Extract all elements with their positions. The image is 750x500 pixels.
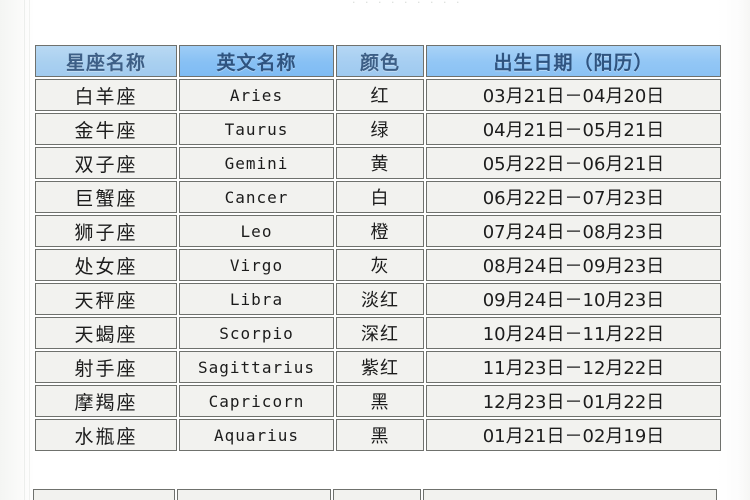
cell-color: 红 bbox=[336, 79, 424, 111]
column-header-birthdate: 出生日期（阳历） bbox=[426, 45, 721, 77]
cell-en: Virgo bbox=[179, 249, 334, 281]
cell-en: Sagittarius bbox=[179, 351, 334, 383]
cell-color: 黑 bbox=[336, 419, 424, 451]
cell-date: 12月23日－01月22日 bbox=[426, 385, 721, 417]
cell-en: Gemini bbox=[179, 147, 334, 179]
cropped-cell-color bbox=[333, 489, 421, 500]
cell-name: 水瓶座 bbox=[35, 419, 177, 451]
cell-name: 射手座 bbox=[35, 351, 177, 383]
cell-name: 摩羯座 bbox=[35, 385, 177, 417]
table-row: 天秤座 Libra 淡红 09月24日－10月23日 bbox=[35, 283, 721, 315]
table-row: 狮子座 Leo 橙 07月24日－08月23日 bbox=[35, 215, 721, 247]
cell-name: 金牛座 bbox=[35, 113, 177, 145]
cell-en: Scorpio bbox=[179, 317, 334, 349]
cell-name: 巨蟹座 bbox=[35, 181, 177, 213]
cell-name: 处女座 bbox=[35, 249, 177, 281]
cropped-cell-date bbox=[422, 489, 717, 500]
cell-color: 橙 bbox=[336, 215, 424, 247]
cell-color: 灰 bbox=[336, 249, 424, 281]
cell-date: 11月23日－12月22日 bbox=[426, 351, 721, 383]
table-body: 白羊座 Aries 红 03月21日－04月20日 金牛座 Taurus 绿 04月21日－0… bbox=[35, 79, 721, 451]
cell-en: Taurus bbox=[179, 113, 334, 145]
table-row: 摩羯座 Capricorn 黑 12月23日－01月22日 bbox=[35, 385, 721, 417]
cell-date: 01月21日－02月19日 bbox=[426, 419, 721, 451]
page-canvas: · · · · · · · · · 星座名称 英文名称 颜色 出生日期（阳历） … bbox=[0, 0, 750, 500]
cell-en: Cancer bbox=[179, 181, 334, 213]
table-row: 水瓶座 Aquarius 黑 01月21日－02月19日 bbox=[35, 419, 721, 451]
column-header-name: 星座名称 bbox=[35, 45, 177, 77]
cell-color: 深红 bbox=[336, 317, 424, 349]
cell-date: 09月24日－10月23日 bbox=[426, 283, 721, 315]
cell-en: Libra bbox=[179, 283, 334, 315]
cell-name: 白羊座 bbox=[35, 79, 177, 111]
column-header-english: 英文名称 bbox=[179, 45, 334, 77]
top-faint-strip: · · · · · · · · · bbox=[0, 0, 750, 12]
cell-en: Aquarius bbox=[179, 419, 334, 451]
cell-name: 天秤座 bbox=[35, 283, 177, 315]
cell-en: Capricorn bbox=[179, 385, 334, 417]
table-row: 射手座 Sagittarius 紫红 11月23日－12月22日 bbox=[35, 351, 721, 383]
paper-seam-line-secondary bbox=[29, 0, 30, 500]
cell-date: 03月21日－04月20日 bbox=[426, 79, 721, 111]
cropped-cell-english bbox=[176, 489, 332, 500]
top-faint-text: · · · · · · · · · bbox=[352, 0, 463, 9]
cell-date: 06月22日－07月23日 bbox=[426, 181, 721, 213]
cell-date: 04月21日－05月21日 bbox=[426, 113, 721, 145]
table-header-row: 星座名称 英文名称 颜色 出生日期（阳历） bbox=[35, 45, 721, 77]
cell-en: Leo bbox=[179, 215, 334, 247]
table-row: 处女座 Virgo 灰 08月24日－09月23日 bbox=[35, 249, 721, 281]
table-row: 天蝎座 Scorpio 深红 10月24日－11月22日 bbox=[35, 317, 721, 349]
paper-seam-line bbox=[24, 0, 25, 500]
cell-color: 白 bbox=[336, 181, 424, 213]
cell-date: 10月24日－11月22日 bbox=[426, 317, 721, 349]
column-header-color: 颜色 bbox=[336, 45, 424, 77]
cell-color: 紫红 bbox=[336, 351, 424, 383]
cell-name: 双子座 bbox=[35, 147, 177, 179]
cell-color: 绿 bbox=[336, 113, 424, 145]
cell-date: 08月24日－09月23日 bbox=[426, 249, 721, 281]
zodiac-table: 星座名称 英文名称 颜色 出生日期（阳历） 白羊座 Aries 红 03月21日－04… bbox=[33, 43, 723, 453]
cell-date: 05月22日－06月21日 bbox=[426, 147, 721, 179]
table-row: 金牛座 Taurus 绿 04月21日－05月21日 bbox=[35, 113, 721, 145]
cell-color: 黄 bbox=[336, 147, 424, 179]
table-row: 双子座 Gemini 黄 05月22日－06月21日 bbox=[35, 147, 721, 179]
cropped-cell-name bbox=[33, 489, 175, 500]
cell-date: 07月24日－08月23日 bbox=[426, 215, 721, 247]
cell-name: 狮子座 bbox=[35, 215, 177, 247]
table-header: 星座名称 英文名称 颜色 出生日期（阳历） bbox=[35, 45, 721, 77]
table-row: 巨蟹座 Cancer 白 06月22日－07月23日 bbox=[35, 181, 721, 213]
cell-en: Aries bbox=[179, 79, 334, 111]
cell-color: 黑 bbox=[336, 385, 424, 417]
table-row: 白羊座 Aries 红 03月21日－04月20日 bbox=[35, 79, 721, 111]
cell-color: 淡红 bbox=[336, 283, 424, 315]
cell-name: 天蝎座 bbox=[35, 317, 177, 349]
table-row-cropped bbox=[33, 489, 717, 500]
